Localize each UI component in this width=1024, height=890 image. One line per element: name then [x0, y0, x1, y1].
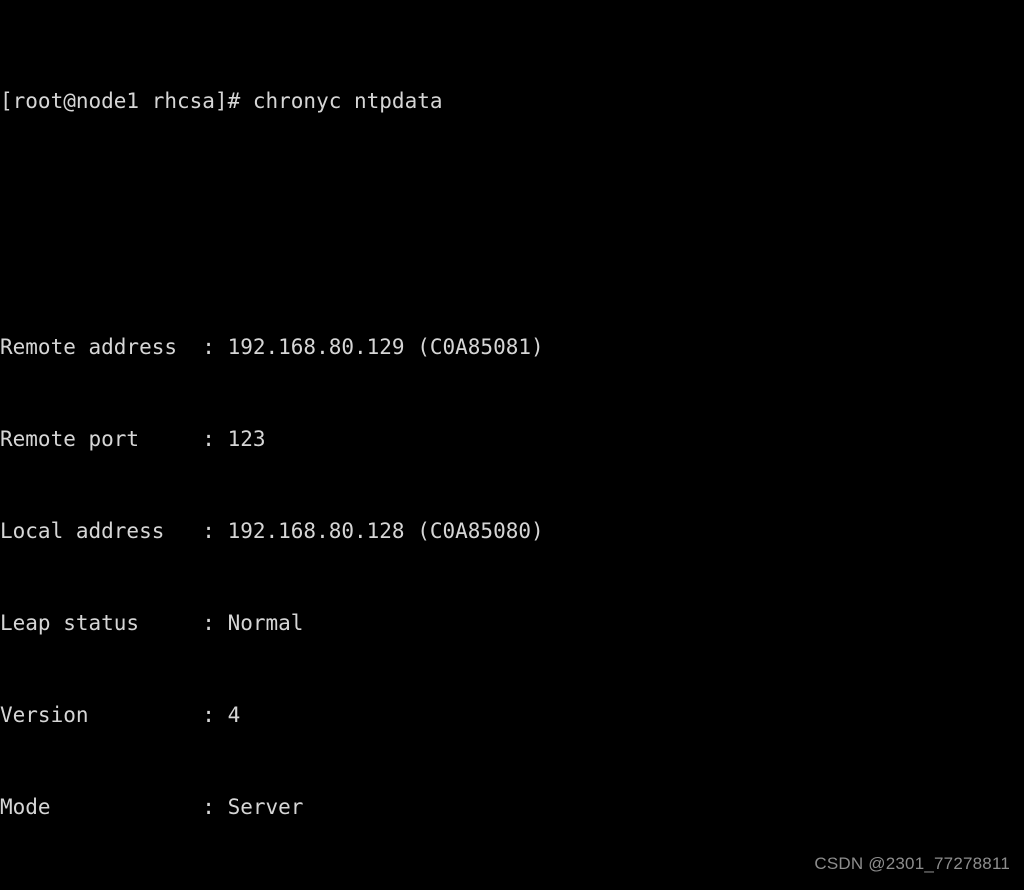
output-line-local-address: Local address : 192.168.80.128 (C0A85080… — [0, 518, 544, 543]
output-line-remote-address: Remote address : 192.168.80.129 (C0A8508… — [0, 334, 544, 359]
command-line: [root@node1 rhcsa]# chronyc ntpdata — [0, 89, 443, 114]
watermark-label: CSDN @2301_77278811 — [814, 854, 1010, 874]
output-line-stratum: Stratum : 10 — [0, 884, 1024, 890]
output-line-version: Version : 4 — [0, 703, 241, 728]
output-line-leap-status: Leap status : Normal — [0, 610, 304, 635]
output-line-mode: Mode : Server — [0, 795, 304, 820]
terminal-screen-buffer: [root@node1 rhcsa]# chronyc ntpdata Remo… — [0, 0, 1024, 890]
terminal-window[interactable]: [root@node1 rhcsa]# chronyc ntpdata Remo… — [0, 0, 1024, 890]
output-line-remote-port: Remote port : 123 — [0, 426, 266, 451]
